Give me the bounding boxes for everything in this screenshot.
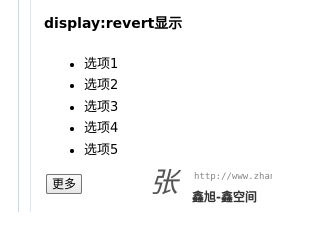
left-border-line (18, 0, 19, 212)
watermark-url: http://www.zhan (194, 172, 272, 182)
watermark-site-name: 鑫旭-鑫空间 (192, 190, 257, 204)
more-button[interactable]: 更多 (46, 174, 83, 194)
option-item-5: 选项5 (84, 140, 118, 161)
left-guide-line (30, 0, 31, 212)
options-list: 选项1 选项2 选项3 选项4 选项5 (44, 54, 118, 161)
site-watermark: 张 http://www.zhan 鑫旭-鑫空间 (150, 166, 272, 212)
demo-page: display:revert显示 选项1 选项2 选项3 选项4 选项5 更多 … (0, 0, 272, 212)
demo-heading: display:revert显示 (44, 16, 183, 32)
watermark-signature-char: 张 (150, 166, 179, 199)
option-item-1: 选项1 (84, 54, 118, 75)
option-item-2: 选项2 (84, 75, 118, 96)
option-item-4: 选项4 (84, 118, 118, 139)
option-item-3: 选项3 (84, 97, 118, 118)
